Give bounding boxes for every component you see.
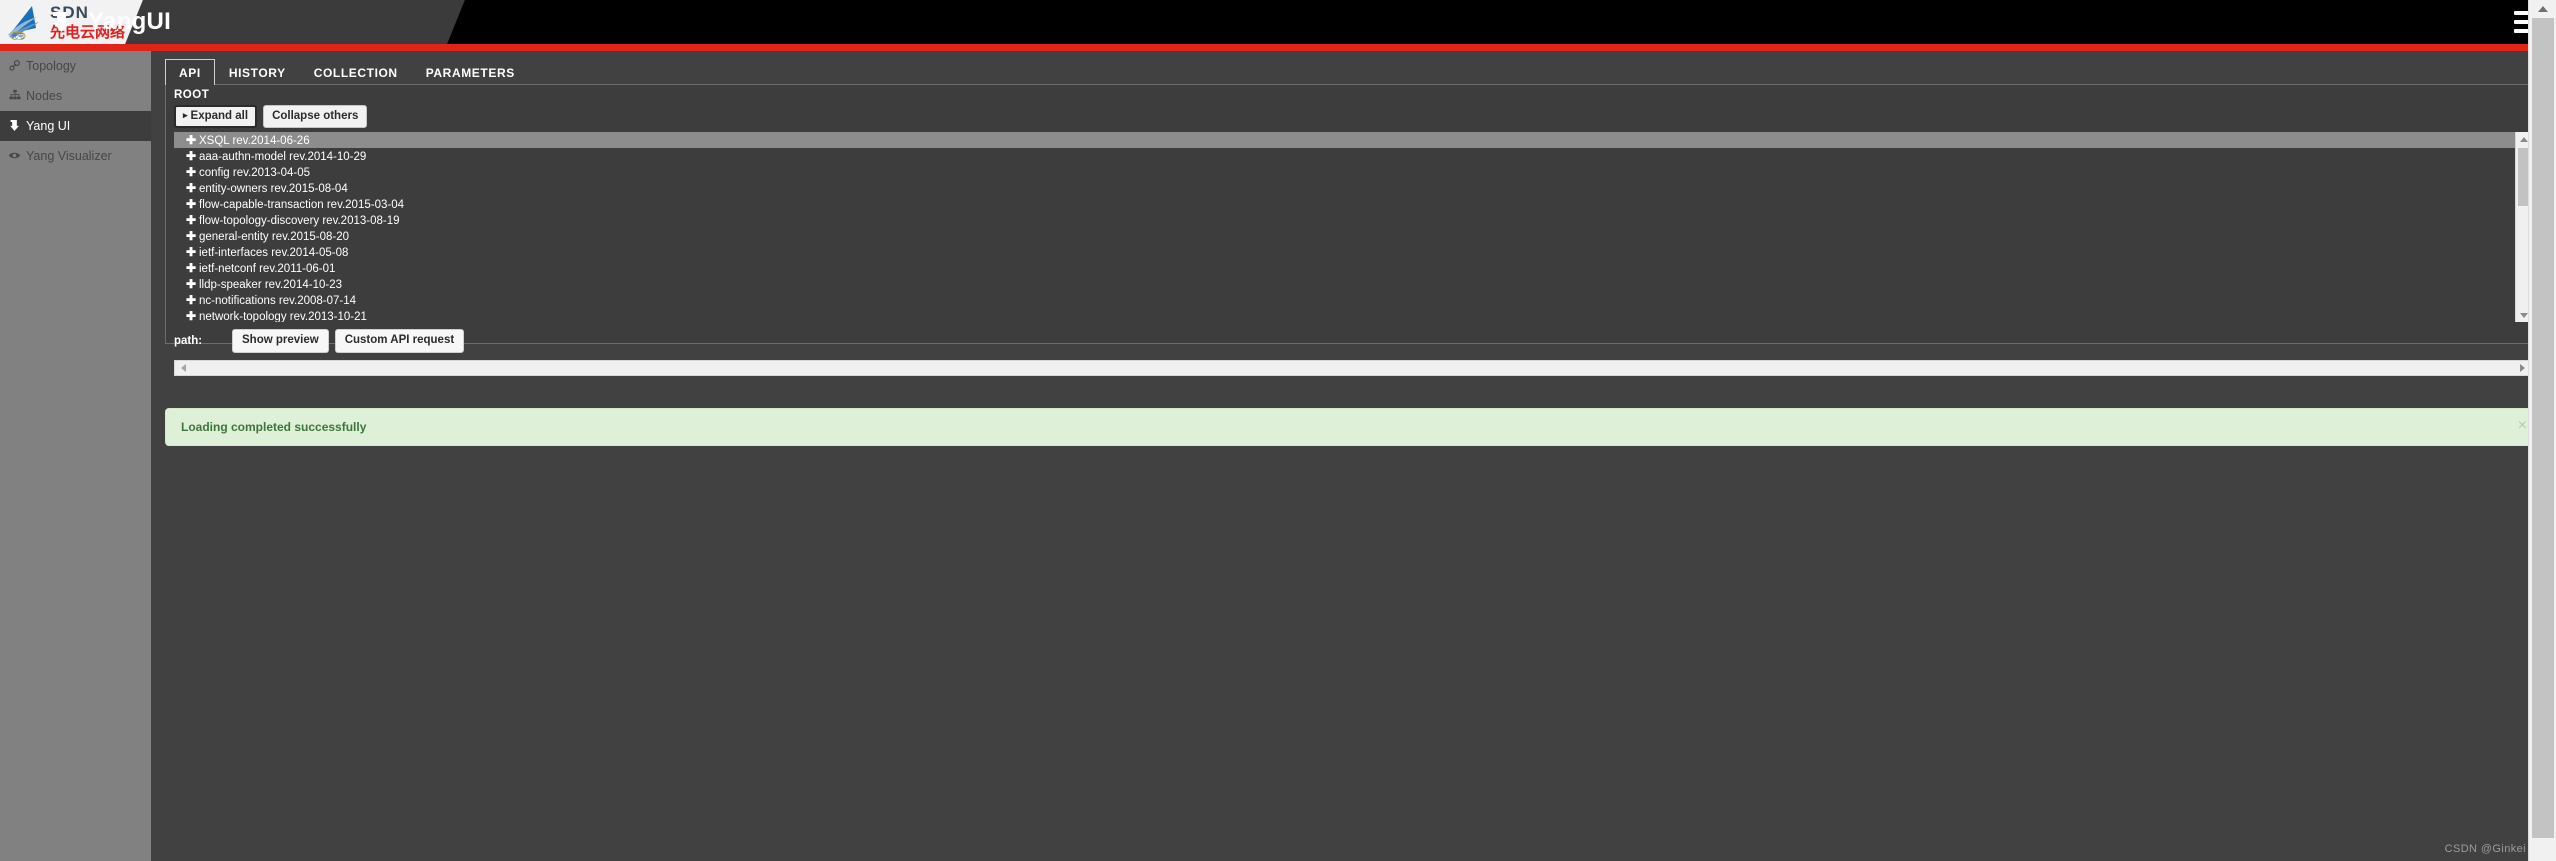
tree-item[interactable]: ✚ entity-owners rev.2015-08-04 (174, 180, 2515, 196)
expand-all-button[interactable]: ▸ Expand all (174, 105, 258, 128)
tree-item-label: flow-capable-transaction rev.2015-03-04 (199, 199, 404, 211)
sidebar-item-label: Yang UI (26, 118, 71, 133)
module-tree: ✚ XSQL rev.2014-06-26 ✚ aaa-authn-model re… (174, 132, 2531, 322)
api-panel: ROOT ▸ Expand all Collapse others ✚ XSQL r… (165, 84, 2540, 376)
tree-item-label: general-entity rev.2015-08-20 (199, 231, 350, 243)
tree-item-label: aaa-authn-model rev.2014-10-29 (199, 151, 367, 163)
tree-item[interactable]: ✚ ietf-netconf rev.2011-06-01 (174, 260, 2515, 276)
path-label: path: (174, 335, 203, 347)
expand-plus-icon[interactable]: ✚ (186, 276, 199, 292)
expand-plus-icon[interactable]: ✚ (186, 308, 199, 322)
eye-icon (7, 150, 22, 163)
tree-item[interactable]: ✚ XSQL rev.2014-06-26 (174, 132, 2515, 148)
tree-item-label: lldp-speaker rev.2014-10-23 (199, 279, 342, 291)
page-scrollbar[interactable] (2528, 0, 2556, 861)
tab-history[interactable]: HISTORY (215, 59, 300, 85)
expand-plus-icon[interactable]: ✚ (186, 292, 199, 308)
sidebar-item-yang-ui[interactable]: Yang UI (0, 111, 151, 141)
tab-api[interactable]: API (165, 59, 215, 85)
sidebar-item-yang-visualizer[interactable]: Yang Visualizer (0, 141, 151, 171)
down-arrow-turn-icon (50, 10, 72, 34)
tree-item-label: ietf-interfaces rev.2014-05-08 (199, 247, 349, 259)
page-scrollbar-thumb[interactable] (2532, 18, 2554, 838)
path-row: path: Show preview Custom API request (174, 328, 465, 354)
sidebar-item-label: Topology (26, 58, 77, 73)
show-preview-button[interactable]: Show preview (232, 329, 329, 353)
module-tree-list: ✚ XSQL rev.2014-06-26 ✚ aaa-authn-model re… (174, 132, 2515, 322)
tree-item[interactable]: ✚ flow-topology-discovery rev.2013-08-19 (174, 212, 2515, 228)
tree-item[interactable]: ✚ flow-capable-transaction rev.2015-03-04 (174, 196, 2515, 212)
link-chain-icon (7, 59, 22, 73)
alert-message: Loading completed successfully (181, 420, 367, 434)
expand-plus-icon[interactable]: ✚ (186, 164, 199, 180)
tree-item-label: config rev.2013-04-05 (199, 167, 311, 179)
expand-plus-icon[interactable]: ✚ (186, 212, 199, 228)
tree-item[interactable]: ✚ nc-notifications rev.2008-07-14 (174, 292, 2515, 308)
accent-divider (0, 44, 2556, 51)
scroll-left-arrow-icon[interactable] (176, 361, 190, 375)
sidebar-item-label: Nodes (26, 88, 63, 103)
watermark-text: CSDN @Ginkei (2444, 843, 2526, 855)
close-icon[interactable]: × (2518, 418, 2527, 434)
sidebar-item-topology[interactable]: Topology (0, 51, 151, 81)
tab-collection[interactable]: COLLECTION (300, 59, 412, 85)
expand-all-label: Expand all (190, 110, 249, 122)
expand-plus-icon[interactable]: ✚ (186, 180, 199, 196)
tree-item-label: network-topology rev.2013-10-21 (199, 311, 367, 322)
tree-item-label: ietf-netconf rev.2011-06-01 (199, 263, 336, 275)
sidebar-item-nodes[interactable]: Nodes (0, 81, 151, 111)
expand-plus-icon[interactable]: ✚ (186, 148, 199, 164)
expand-plus-icon[interactable]: ✚ (186, 260, 199, 276)
tree-item[interactable]: ✚ lldp-speaker rev.2014-10-23 (174, 276, 2515, 292)
header-app-tab-content: YangUI (0, 0, 290, 44)
tree-item-label: entity-owners rev.2015-08-04 (199, 183, 348, 195)
page-scroll-up-arrow-icon[interactable] (2529, 0, 2556, 18)
tree-item[interactable]: ✚ aaa-authn-model rev.2014-10-29 (174, 148, 2515, 164)
status-alert: Loading completed successfully × (165, 408, 2540, 446)
collapse-others-button[interactable]: Collapse others (263, 105, 368, 128)
tree-controls: ▸ Expand all Collapse others (174, 105, 368, 128)
tree-item-label: flow-topology-discovery rev.2013-08-19 (199, 215, 400, 227)
tree-item[interactable]: ✚ ietf-interfaces rev.2014-05-08 (174, 244, 2515, 260)
scroll-right-arrow-icon[interactable] (2515, 361, 2529, 375)
sitemap-icon (7, 89, 22, 103)
top-header-bar: 先电 SDN 先电云网络 YangUI (0, 0, 2556, 44)
sidebar-item-label: Yang Visualizer (26, 148, 112, 163)
tree-item[interactable]: ✚ general-entity rev.2015-08-20 (174, 228, 2515, 244)
path-horizontal-scrollbar[interactable] (174, 360, 2531, 376)
expand-plus-icon[interactable]: ✚ (186, 132, 199, 148)
expand-plus-icon[interactable]: ✚ (186, 228, 199, 244)
expand-plus-icon[interactable]: ✚ (186, 244, 199, 260)
expand-plus-icon[interactable]: ✚ (186, 196, 199, 212)
main-content: API HISTORY COLLECTION PARAMETERS ROOT ▸… (151, 51, 2556, 861)
root-label: ROOT (174, 89, 210, 101)
tree-item-label: nc-notifications rev.2008-07-14 (199, 295, 357, 307)
tab-parameters[interactable]: PARAMETERS (412, 59, 529, 85)
tree-item-label: XSQL rev.2014-06-26 (199, 135, 310, 147)
caret-right-icon: ▸ (183, 110, 188, 120)
tree-item[interactable]: ✚ network-topology rev.2013-10-21 (174, 308, 2515, 322)
down-arrow-turn-icon (7, 119, 22, 134)
page-title: YangUI (88, 8, 172, 35)
tree-item[interactable]: ✚ config rev.2013-04-05 (174, 164, 2515, 180)
yangui-page: 先电 SDN 先电云网络 YangUI Topology Nodes Yang … (0, 0, 2556, 861)
custom-api-request-button[interactable]: Custom API request (334, 329, 465, 353)
sidebar: Topology Nodes Yang UI Yang Visualizer (0, 51, 151, 861)
tab-bar: API HISTORY COLLECTION PARAMETERS (165, 59, 529, 85)
